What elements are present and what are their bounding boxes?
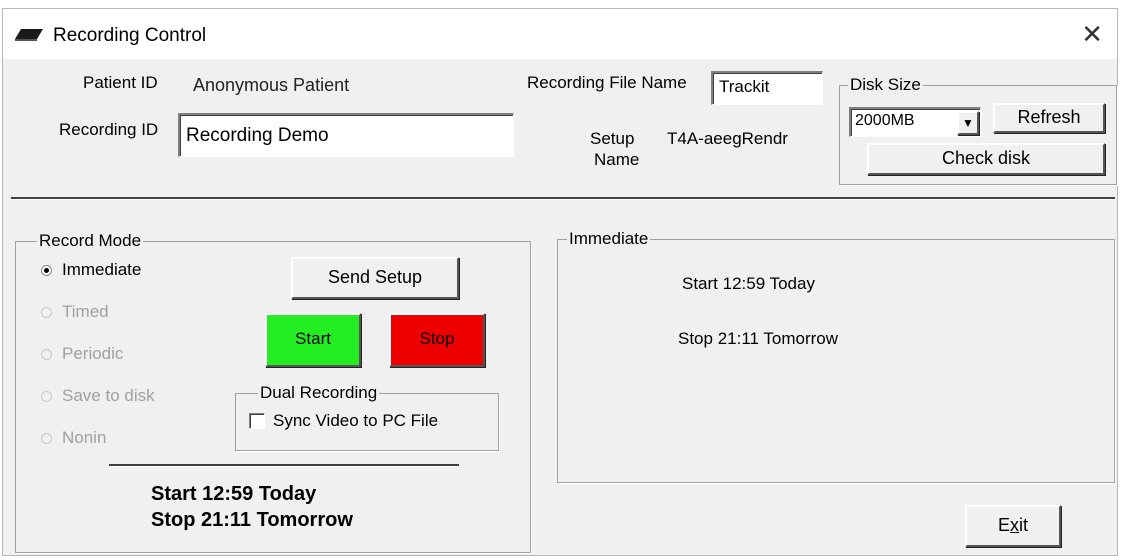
window-title: Recording Control xyxy=(53,25,207,46)
recording-id-label: Recording ID xyxy=(59,120,159,139)
status-divider xyxy=(109,464,459,467)
recording-control-window: Recording Control ✕ Patient ID Anonymous… xyxy=(2,8,1118,556)
radio-immediate[interactable]: Immediate xyxy=(41,260,141,280)
close-icon[interactable]: ✕ xyxy=(1081,19,1103,49)
check-disk-button[interactable]: Check disk xyxy=(867,143,1105,175)
radio-save-to-disk-label: Save to disk xyxy=(62,386,155,405)
patient-id-value: Anonymous Patient xyxy=(193,75,350,95)
immediate-group-title: Immediate xyxy=(567,229,651,249)
refresh-button[interactable]: Refresh xyxy=(993,103,1105,133)
recording-file-name-label: Recording File Name xyxy=(527,73,687,92)
status-stop-text: Stop 21:11 Tomorrow xyxy=(151,509,353,531)
send-setup-button[interactable]: Send Setup xyxy=(291,257,459,299)
title-bar: Recording Control ✕ xyxy=(3,9,1117,59)
start-button[interactable]: Start xyxy=(265,313,361,367)
radio-unchecked-icon xyxy=(41,349,52,361)
radio-timed-label: Timed xyxy=(62,302,109,321)
radio-immediate-label: Immediate xyxy=(62,260,142,279)
record-mode-group-title: Record Mode xyxy=(37,231,144,251)
radio-unchecked-icon xyxy=(41,307,52,319)
immediate-group xyxy=(557,239,1115,483)
radio-periodic-label: Periodic xyxy=(62,344,124,363)
exit-button[interactable]: Exit xyxy=(965,505,1061,547)
recording-file-name-input[interactable]: Trackit xyxy=(711,71,823,105)
disk-size-group-title: Disk Size xyxy=(848,75,923,95)
sync-video-label: Sync Video to PC File xyxy=(273,411,439,430)
sync-video-checkbox[interactable] xyxy=(249,413,265,429)
chevron-down-icon[interactable]: ▼ xyxy=(957,111,979,135)
setup-name-label-line1: Setup xyxy=(590,129,635,148)
radio-timed[interactable]: Timed xyxy=(41,302,109,322)
radio-unchecked-icon xyxy=(41,433,52,445)
dual-recording-group-title: Dual Recording xyxy=(258,383,380,403)
radio-nonin[interactable]: Nonin xyxy=(41,428,106,448)
disk-size-selected-value: 2000MB xyxy=(855,112,915,129)
status-start-text: Start 12:59 Today xyxy=(151,483,317,505)
recording-id-input[interactable]: Recording Demo xyxy=(178,113,514,157)
immediate-stop-text: Stop 21:11 Tomorrow xyxy=(678,329,839,348)
exit-label-mnemonic: x xyxy=(1010,515,1019,535)
immediate-start-text: Start 12:59 Today xyxy=(682,274,815,293)
setup-name-value: T4A-aeegRendr xyxy=(667,129,788,148)
radio-periodic[interactable]: Periodic xyxy=(41,344,123,364)
setup-name-label-line2: Name xyxy=(594,150,640,169)
radio-save-to-disk[interactable]: Save to disk xyxy=(41,386,155,406)
horizontal-divider xyxy=(11,197,1115,200)
exit-label-suffix: it xyxy=(1019,515,1028,535)
patient-id-label: Patient ID xyxy=(83,73,158,92)
radio-nonin-label: Nonin xyxy=(62,428,107,447)
exit-label-prefix: E xyxy=(997,515,1010,535)
radio-unchecked-icon xyxy=(41,391,52,403)
stop-button[interactable]: Stop xyxy=(389,313,485,367)
app-icon xyxy=(15,29,43,41)
radio-checked-icon xyxy=(41,265,52,277)
